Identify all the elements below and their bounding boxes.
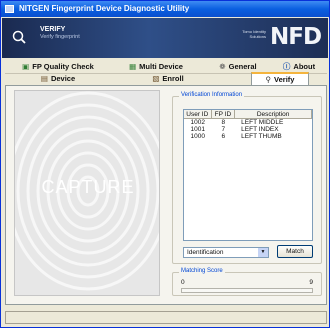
tab-multi-device[interactable]: ▦ Multi Device [121,61,191,73]
user-id-cell: 1002 [190,119,205,126]
column-header-fp-id[interactable]: FP ID [212,110,236,118]
status-bar [5,311,327,324]
enroll-icon: ▧ [152,74,160,83]
tab-label: About [293,62,316,71]
fingerprint-icon [12,30,26,44]
fp-id-cell: 6 [221,133,226,140]
list-header: User ID FP ID Description [184,110,312,119]
banner: VERIFY Verify fingerprint Tomo Identity … [2,18,328,58]
tab-label: Device [50,74,76,83]
banner-tagline: Tomo Identity Solutions [242,29,266,39]
tab-label: Enroll [162,74,184,83]
verification-list[interactable]: User ID FP ID Description 1002 8 LEFT MI… [183,109,313,241]
capture-area[interactable]: CAPTURE [14,90,160,296]
list-item[interactable]: 1001 7 LEFT INDEX [184,126,312,133]
verify-panel: CAPTURE Verification Information User ID… [5,85,327,305]
app-window: NITGEN Fingerprint Device Diagnostic Uti… [0,0,330,328]
list-item[interactable]: 1002 8 LEFT MIDDLE [184,119,312,126]
tab-label: Verify [274,75,295,84]
match-button[interactable]: Match [277,245,313,258]
window-title: NITGEN Fingerprint Device Diagnostic Uti… [19,4,190,13]
description-cell: LEFT MIDDLE [241,119,284,126]
app-icon [5,5,14,13]
user-id-cell: 1000 [190,133,205,140]
tab-strip: ▣ FP Quality Check ▦ Multi Device ❁ General… [5,61,327,86]
column-header-user-id[interactable]: User ID [184,110,212,118]
title-bar[interactable]: NITGEN Fingerprint Device Diagnostic Uti… [1,1,329,17]
tab-verify[interactable]: ⚲ Verify [251,72,309,86]
column-header-description[interactable]: Description [235,110,312,118]
list-item[interactable]: 1000 6 LEFT THUMB [184,133,312,140]
score-max-label: 9 [309,279,313,286]
mode-title: VERIFY [40,26,66,33]
tab-label: Multi Device [139,62,183,71]
score-min-label: 0 [181,279,185,286]
user-id-cell: 1001 [190,126,205,133]
mode-select-value: Identification [187,249,224,256]
capture-label: CAPTURE [41,177,135,197]
matching-score-bar [181,288,313,293]
tab-device[interactable]: ▤ Device [33,73,83,85]
fp-id-cell: 8 [221,119,226,126]
fp-id-cell: 7 [221,126,226,133]
verification-group-title: Verification Information [179,92,245,98]
matching-score-title: Matching Score [179,268,225,274]
gear-icon: ❁ [219,62,226,71]
grid-icon: ▦ [129,62,137,71]
description-cell: LEFT THUMB [241,133,282,140]
nfd-logo: NFD [270,24,322,50]
check-icon: ▣ [22,62,30,71]
device-icon: ▤ [40,74,48,83]
verification-info-group: Verification Information User ID FP ID D… [172,92,322,264]
tab-label: General [228,62,257,71]
tab-fp-quality-check[interactable]: ▣ FP Quality Check [21,61,95,73]
mode-select[interactable]: Identification ▼ [183,247,269,258]
chevron-down-icon[interactable]: ▼ [258,248,268,257]
tab-enroll[interactable]: ▧ Enroll [145,73,191,85]
matching-score-group: Matching Score 0 9 [172,268,322,296]
tab-label: FP Quality Check [32,62,94,71]
description-cell: LEFT INDEX [241,126,279,133]
mode-subtitle: Verify fingerprint [40,34,80,40]
